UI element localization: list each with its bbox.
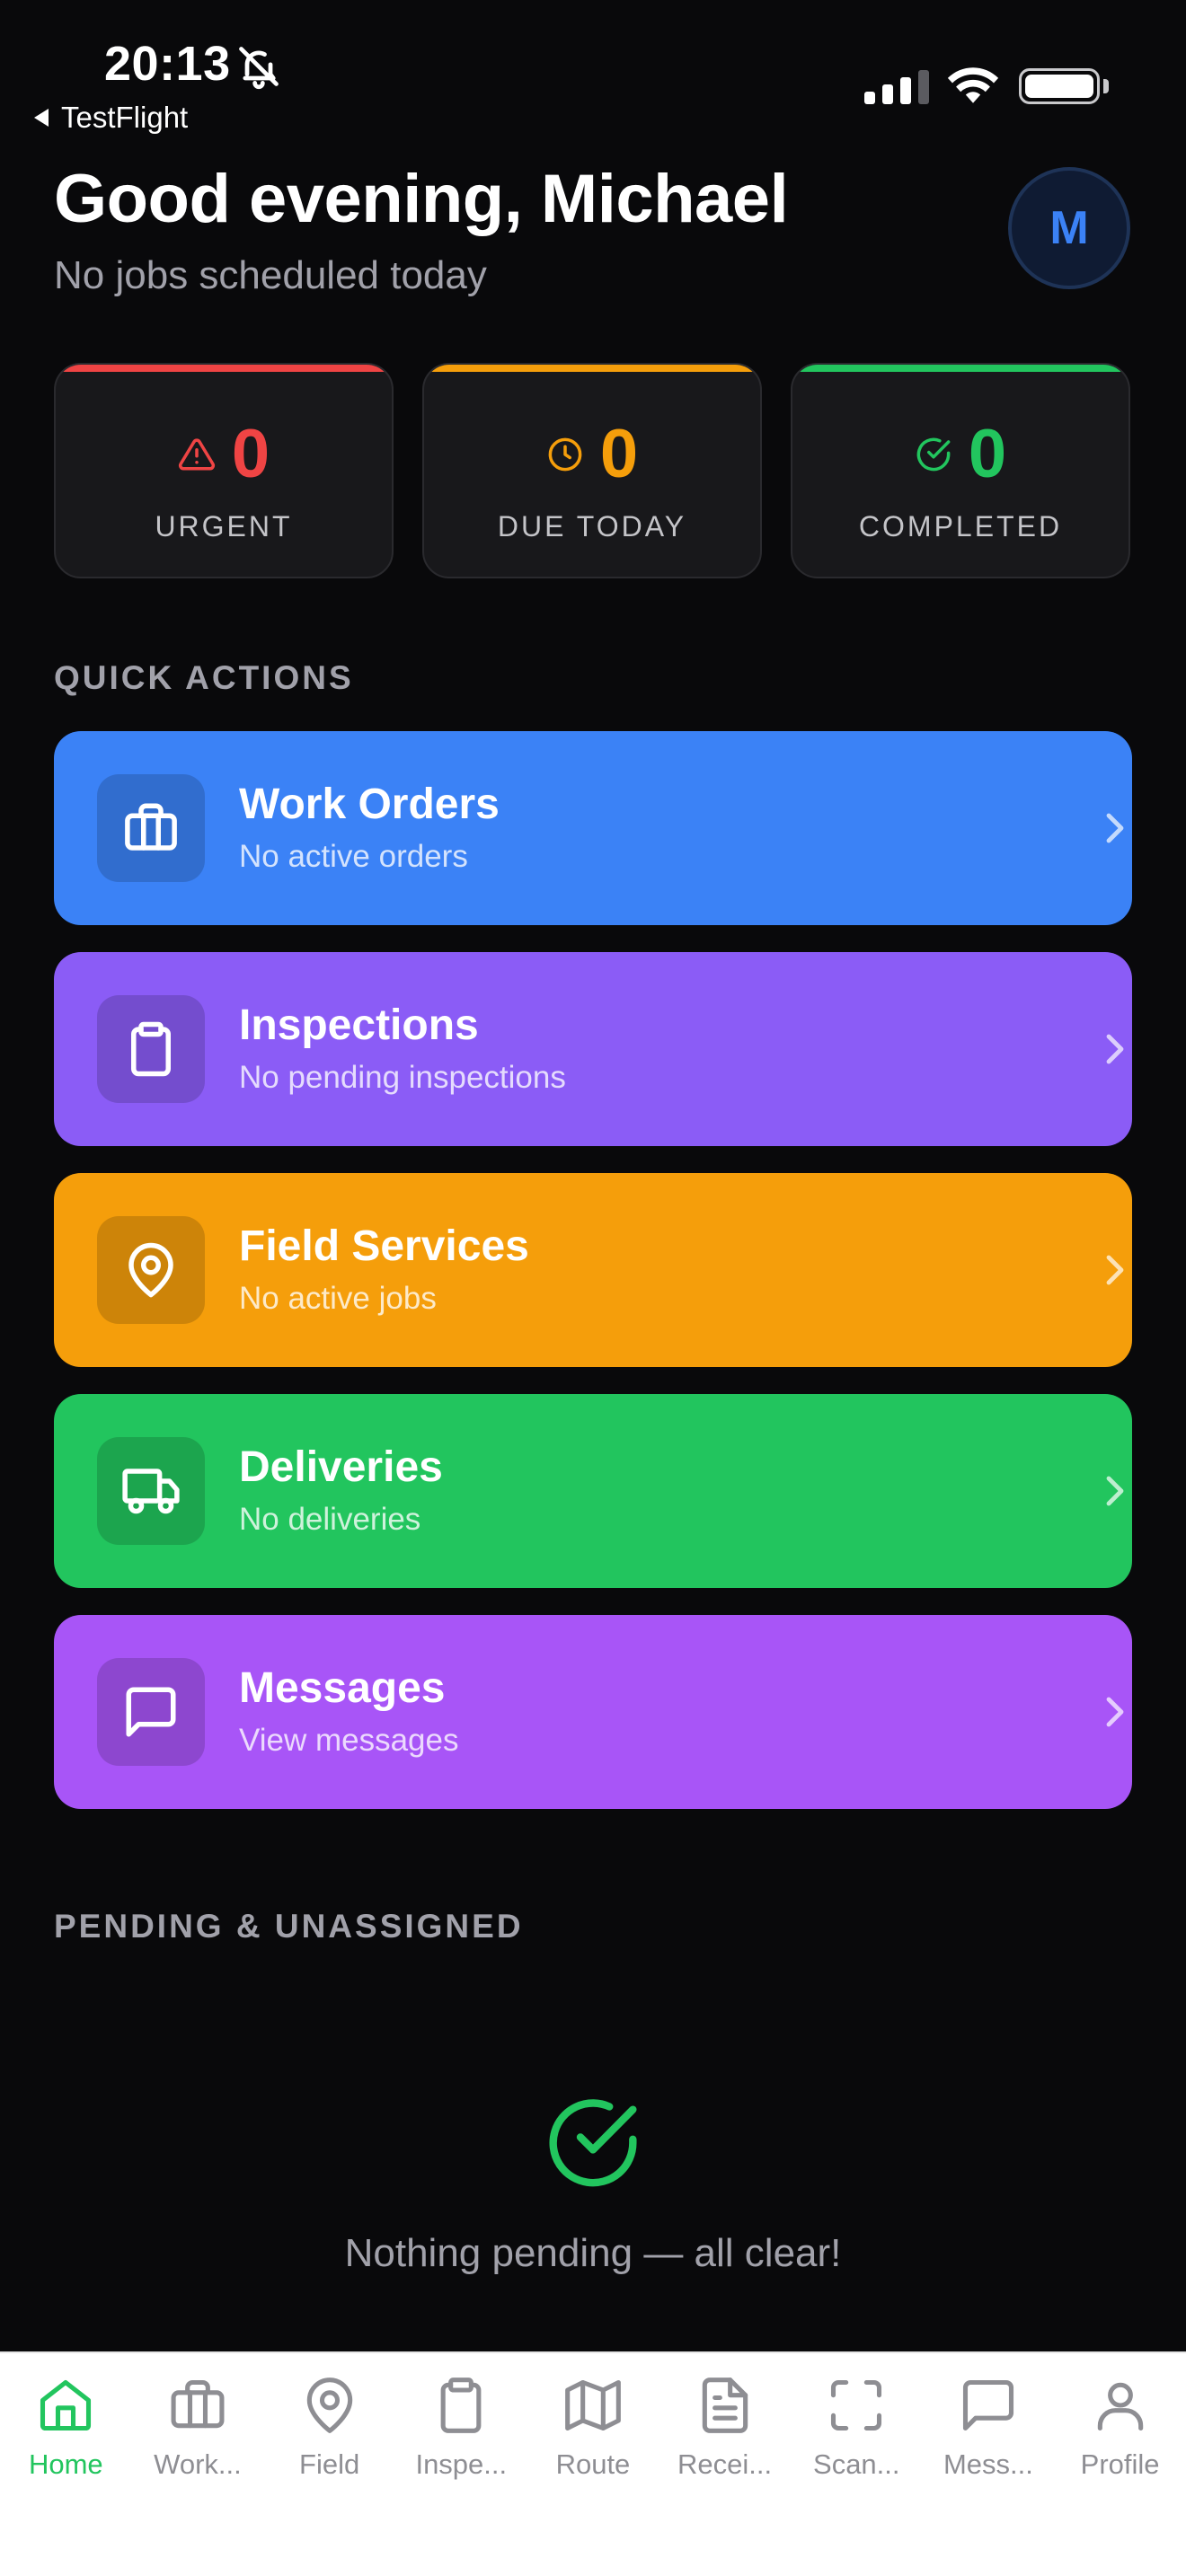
action-description: No active jobs xyxy=(239,1281,437,1316)
tab-bar: Home Work... Field Inspe... Route Recei.… xyxy=(0,2351,1186,2576)
tab-messages[interactable]: Mess... xyxy=(923,2353,1055,2576)
stat-card-due-today[interactable]: 0 DUE TODAY xyxy=(422,363,762,578)
tab-scan[interactable]: Scan... xyxy=(791,2353,923,2576)
action-title: Deliveries xyxy=(239,1443,443,1491)
tab-label: Route xyxy=(555,2448,631,2480)
clipboard-icon xyxy=(131,1021,171,1077)
tab-label: Recei... xyxy=(677,2448,773,2480)
message-icon xyxy=(126,1687,176,1737)
empty-state-message: Nothing pending — all clear! xyxy=(344,2231,842,2275)
bell-muted-icon xyxy=(239,47,279,90)
back-app-label: TestFlight xyxy=(61,101,189,134)
tab-field[interactable]: Field xyxy=(263,2353,395,2576)
stat-value: 0 xyxy=(231,416,270,492)
page-title: Good evening, Michael xyxy=(54,161,789,237)
cellular-signal-icon xyxy=(864,68,929,104)
chevron-right-icon xyxy=(1106,1255,1124,1285)
tab-label: Work... xyxy=(154,2448,242,2480)
stat-card-urgent[interactable]: 0 URGENT xyxy=(54,363,394,578)
action-title: Field Services xyxy=(239,1222,529,1270)
action-title: Inspections xyxy=(239,1001,479,1049)
avatar[interactable]: M xyxy=(1008,167,1130,289)
briefcase-icon xyxy=(125,803,177,851)
tab-route[interactable]: Route xyxy=(527,2353,659,2576)
briefcase-icon xyxy=(171,2379,225,2429)
document-icon xyxy=(702,2378,748,2433)
chevron-right-icon xyxy=(1106,1697,1124,1727)
section-title-pending: PENDING & UNASSIGNED xyxy=(54,1908,524,1945)
stats-row: 0 URGENT 0 DUE TODAY 0 COMPLETED xyxy=(54,363,1132,578)
tab-label: Profile xyxy=(1080,2448,1160,2480)
alert-triangle-icon xyxy=(178,438,215,471)
back-to-app-link[interactable]: TestFlight xyxy=(34,101,188,135)
status-time: 20:13 xyxy=(104,37,231,91)
action-title: Work Orders xyxy=(239,781,500,828)
tab-label: Mess... xyxy=(943,2448,1033,2480)
section-title-quick-actions: QUICK ACTIONS xyxy=(54,659,354,696)
action-messages[interactable]: Messages View messages xyxy=(54,1615,1132,1809)
stat-label: URGENT xyxy=(155,510,293,543)
truck-icon xyxy=(122,1469,180,1514)
stat-label: COMPLETED xyxy=(858,510,1063,543)
clock-icon xyxy=(548,437,582,472)
action-deliveries[interactable]: Deliveries No deliveries xyxy=(54,1394,1132,1588)
tab-label: Home xyxy=(28,2448,103,2480)
tab-label: Inspe... xyxy=(415,2448,508,2480)
tab-label: Field xyxy=(299,2448,360,2480)
message-icon xyxy=(962,2379,1013,2431)
action-field-services[interactable]: Field Services No active jobs xyxy=(54,1173,1132,1367)
stat-label: DUE TODAY xyxy=(497,510,687,543)
action-description: No pending inspections xyxy=(239,1060,566,1095)
quick-actions-list: Work Orders No active orders Inspections… xyxy=(54,731,1132,1836)
user-icon xyxy=(1097,2382,1143,2431)
map-icon xyxy=(565,2379,621,2431)
battery-icon xyxy=(1019,68,1100,104)
chevron-right-icon xyxy=(1106,813,1124,843)
tab-profile[interactable]: Profile xyxy=(1054,2353,1186,2576)
map-pin-icon xyxy=(128,1242,173,1298)
stat-value: 0 xyxy=(599,416,639,492)
action-description: No deliveries xyxy=(239,1502,421,1537)
tab-work-orders[interactable]: Work... xyxy=(132,2353,264,2576)
tab-receipts[interactable]: Recei... xyxy=(659,2353,791,2576)
scan-icon xyxy=(831,2379,882,2431)
action-description: No active orders xyxy=(239,839,468,874)
home-icon xyxy=(40,2379,92,2431)
stat-card-completed[interactable]: 0 COMPLETED xyxy=(791,363,1130,578)
tab-label: Scan... xyxy=(813,2448,900,2480)
check-circle-icon xyxy=(916,437,951,472)
tab-inspections[interactable]: Inspe... xyxy=(395,2353,527,2576)
wifi-icon xyxy=(947,67,999,103)
check-circle-icon xyxy=(549,2099,637,2187)
action-description: View messages xyxy=(239,1723,459,1758)
schedule-summary: No jobs scheduled today xyxy=(54,253,487,297)
tab-home[interactable]: Home xyxy=(0,2353,132,2576)
chevron-right-icon xyxy=(1106,1034,1124,1064)
chevron-right-icon xyxy=(1106,1476,1124,1506)
map-pin-icon xyxy=(306,2378,352,2433)
action-title: Messages xyxy=(239,1664,446,1712)
clipboard-icon xyxy=(440,2378,482,2433)
action-work-orders[interactable]: Work Orders No active orders xyxy=(54,731,1132,925)
stat-value: 0 xyxy=(968,416,1007,492)
action-inspections[interactable]: Inspections No pending inspections xyxy=(54,952,1132,1146)
status-bar: 20:13 TestFlight xyxy=(0,0,1186,144)
back-arrow-icon xyxy=(34,109,49,127)
